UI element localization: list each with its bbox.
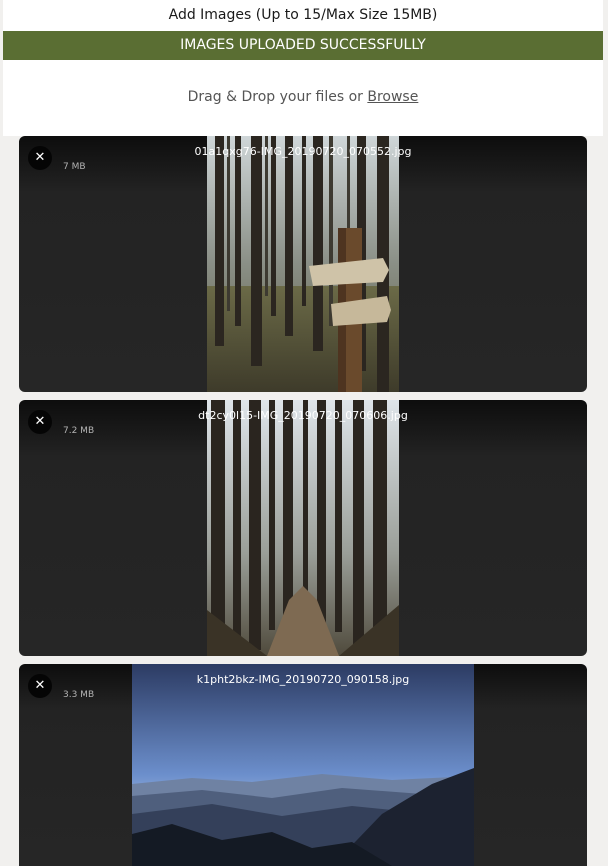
file-card: ✕ 7.2 MB dt2cy0l15-IMG_20190720_070606.j… [19, 400, 587, 656]
drop-zone-text: Drag & Drop your files or [187, 89, 368, 105]
file-name: 01a1qxg76-IMG_20190720_070552.jpg [194, 145, 412, 158]
file-name: dt2cy0l15-IMG_20190720_070606.jpg [198, 409, 408, 422]
upload-status-banner: IMAGES UPLOADED SUCCESSFULLY [3, 31, 603, 60]
file-name: k1pht2bkz-IMG_20190720_090158.jpg [196, 673, 410, 686]
image-uploader: Add Images (Up to 15/Max Size 15MB) IMAG… [3, 0, 603, 136]
drop-zone[interactable]: Drag & Drop your files or Browse [3, 89, 603, 105]
file-preview-image [207, 400, 399, 656]
file-size: 3.3 MB [63, 690, 95, 700]
browse-link[interactable]: Browse [367, 89, 418, 105]
file-card: ✕ 3.3 MB k1pht2bkz-IMG_20190720_090158.j… [19, 664, 587, 866]
file-size: 7.2 MB [63, 426, 95, 436]
file-preview-image [132, 664, 474, 866]
file-size: 7 MB [63, 162, 86, 172]
file-card: ✕ 7 MB 01a1qxg76-IMG_20190720_070552.jpg [19, 136, 587, 392]
file-preview-image [207, 136, 399, 392]
uploader-title: Add Images (Up to 15/Max Size 15MB) [168, 7, 438, 23]
